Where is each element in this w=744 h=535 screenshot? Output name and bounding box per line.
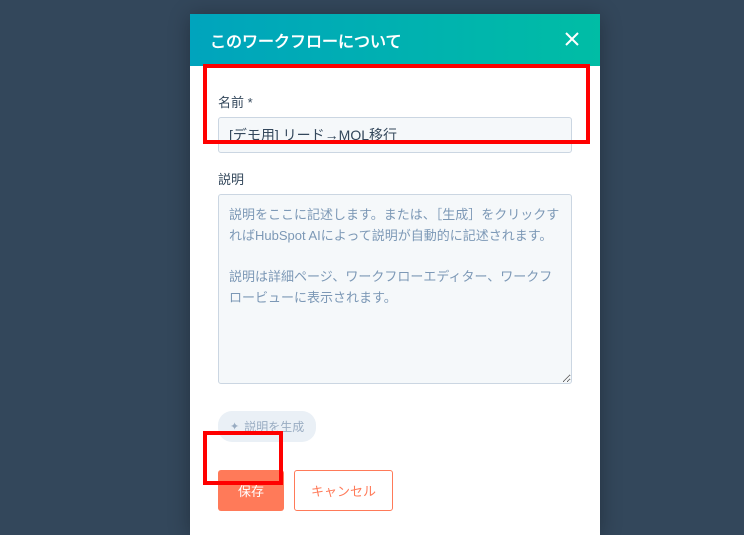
sparkle-icon: ✦ (230, 420, 239, 433)
modal-footer: 保存 キャンセル (218, 470, 572, 511)
modal-title: このワークフローについて (210, 28, 402, 52)
modal-header: このワークフローについて (190, 14, 600, 66)
workflow-about-modal: このワークフローについて 名前 * 説明 ✦ 説明を生成 保存 キャンセル (190, 14, 600, 535)
save-button[interactable]: 保存 (218, 470, 284, 511)
description-label: 説明 (218, 169, 572, 188)
generate-description-button[interactable]: ✦ 説明を生成 (218, 411, 316, 442)
close-icon[interactable] (564, 31, 580, 50)
description-textarea[interactable] (218, 194, 572, 384)
name-field-group: 名前 * (218, 92, 572, 153)
cancel-button[interactable]: キャンセル (294, 470, 393, 511)
modal-body: 名前 * 説明 ✦ 説明を生成 保存 キャンセル (190, 66, 600, 535)
generate-label: 説明を生成 (244, 418, 304, 435)
name-label: 名前 * (218, 92, 572, 111)
name-input[interactable] (218, 117, 572, 153)
description-field-group: 説明 (218, 169, 572, 389)
